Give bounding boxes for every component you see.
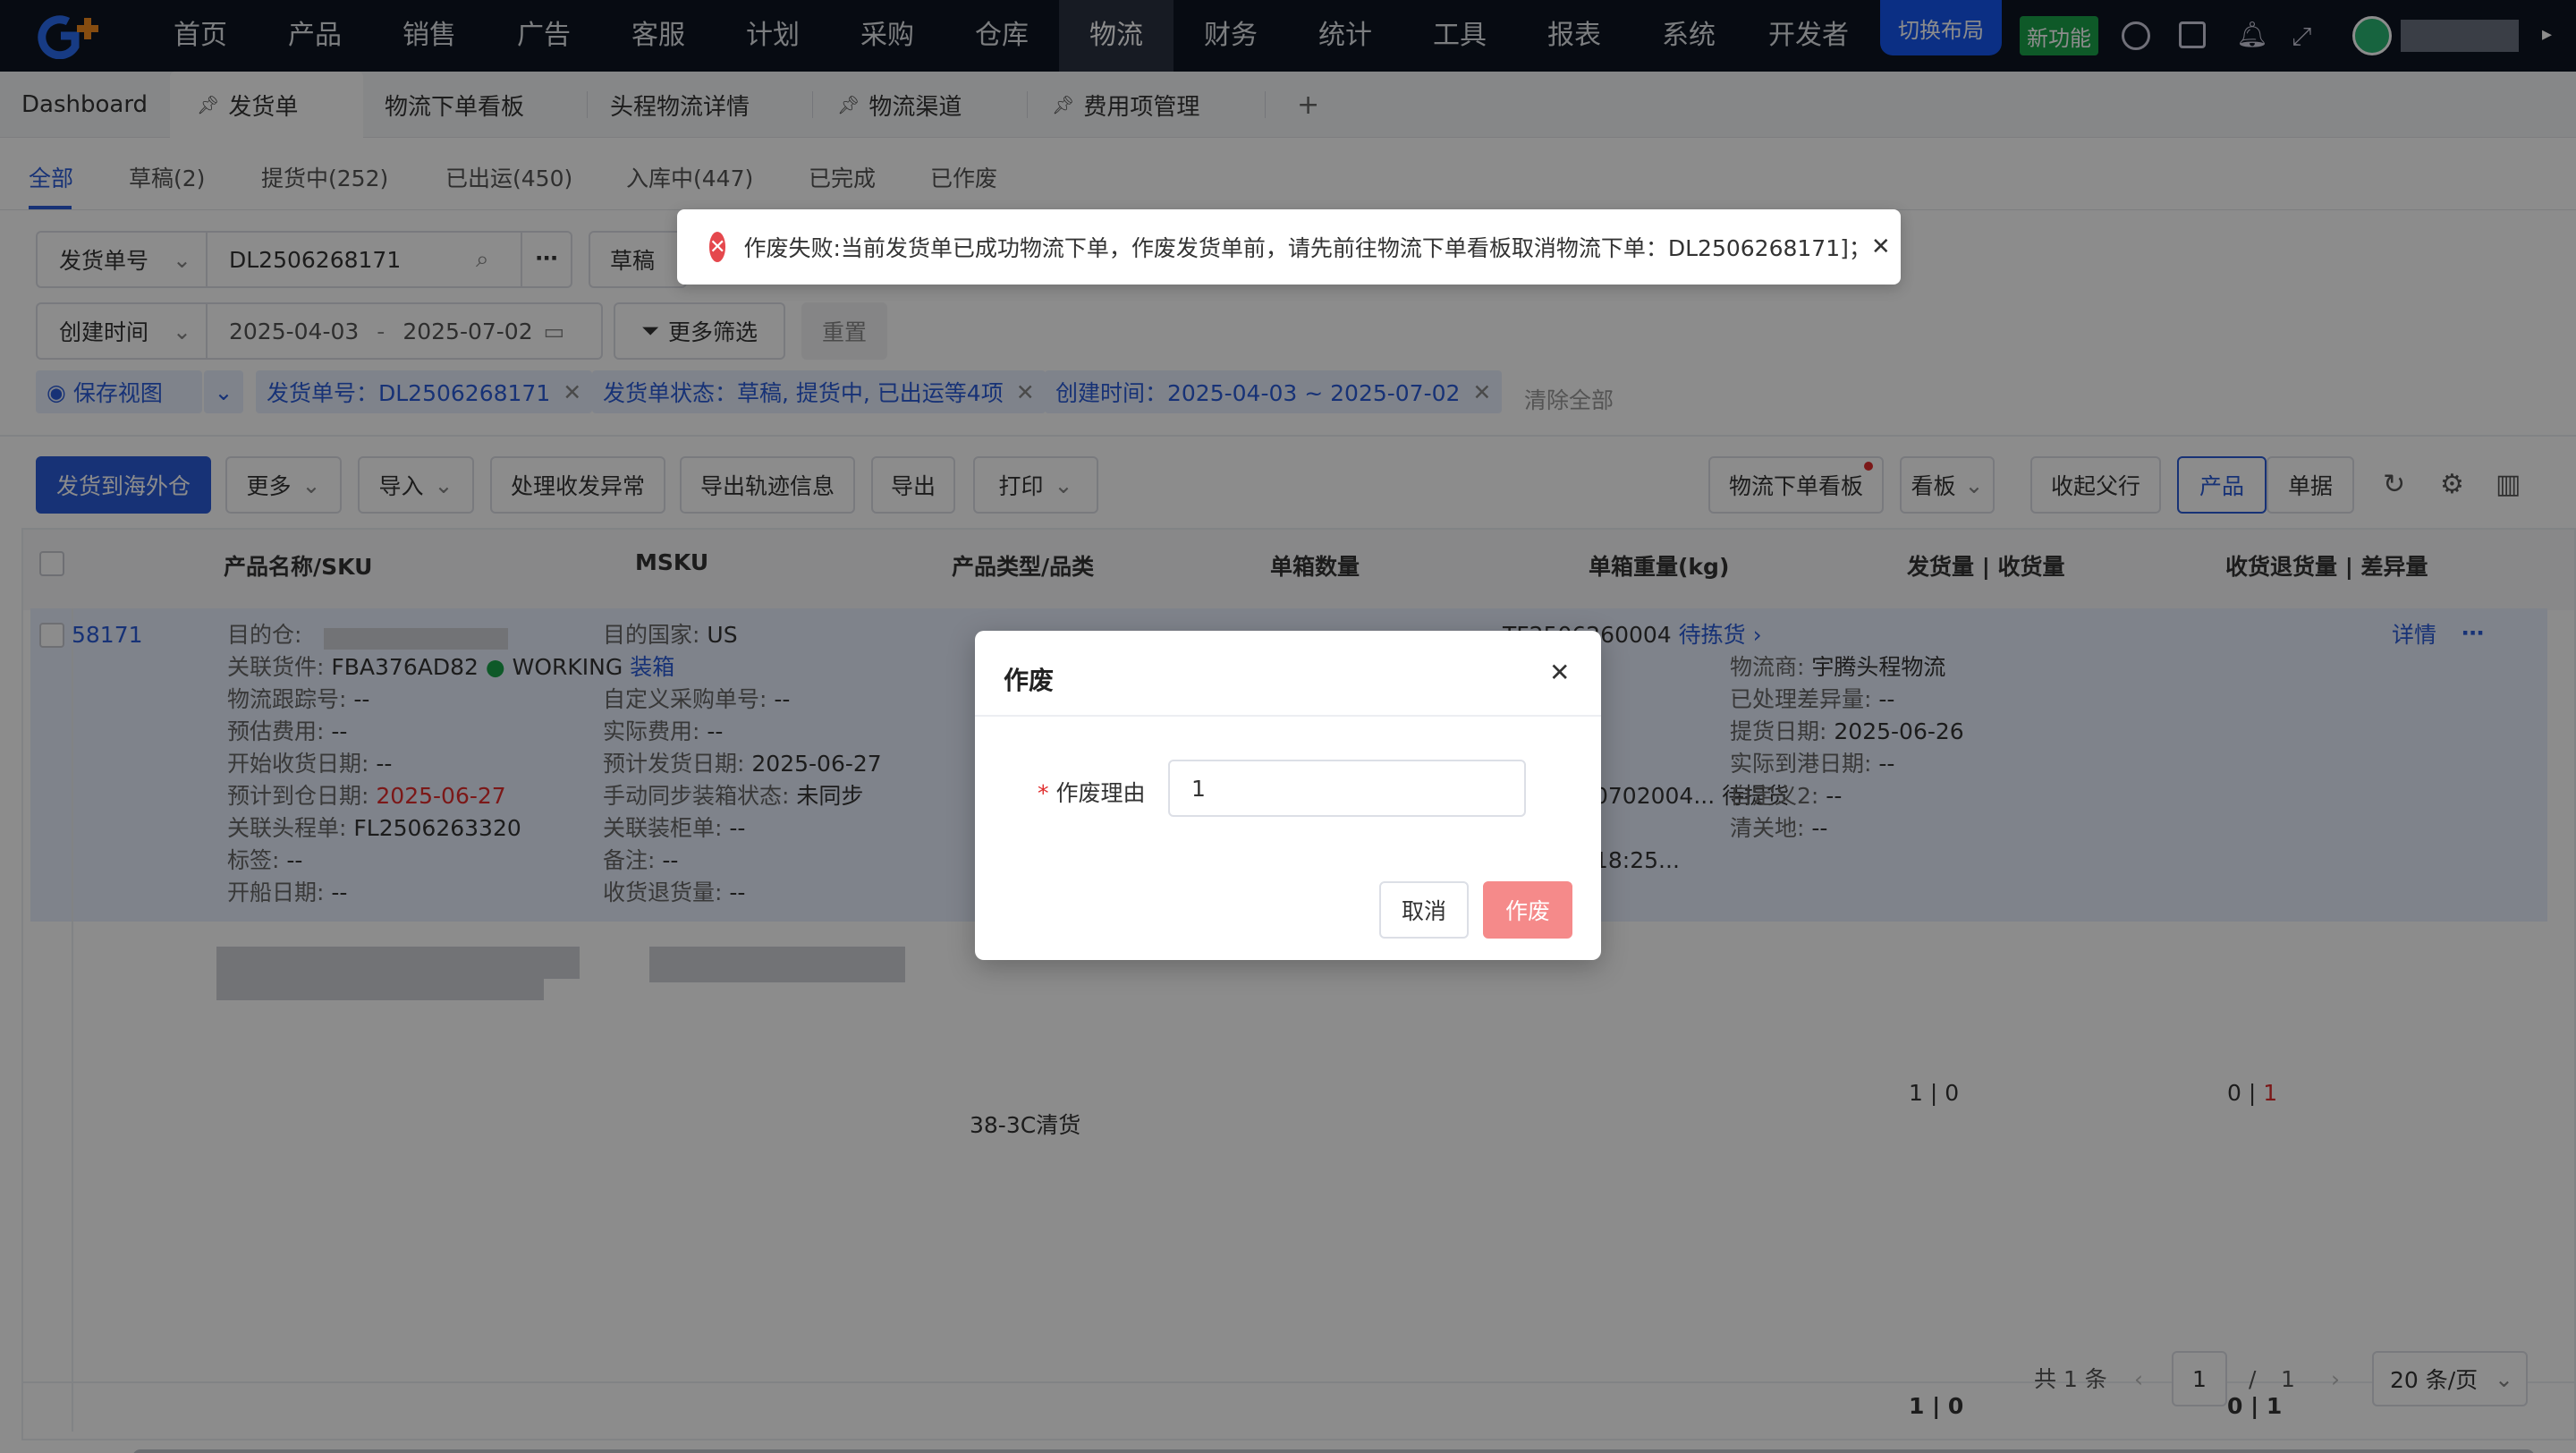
close-icon[interactable]: ✕ xyxy=(1871,234,1891,260)
dialog-title: 作废 xyxy=(1004,666,1055,695)
void-dialog: 作废 ✕ * 作废理由 1 取消 作废 xyxy=(975,631,1601,960)
cancel-button[interactable]: 取消 xyxy=(1379,881,1469,939)
divider xyxy=(975,715,1601,717)
close-icon[interactable]: ✕ xyxy=(1549,658,1570,687)
void-reason-input[interactable]: 1 xyxy=(1168,760,1526,817)
confirm-void-button[interactable]: 作废 xyxy=(1483,881,1572,939)
toast-message: 作废失败:当前发货单已成功物流下单，作废发货单前，请先前往物流下单看板取消物流下… xyxy=(743,235,1871,261)
error-icon: ✕ xyxy=(709,232,726,262)
error-toast: ✕ 作废失败:当前发货单已成功物流下单，作废发货单前，请先前往物流下单看板取消物… xyxy=(677,209,1901,285)
void-reason-label: * 作废理由 xyxy=(1038,780,1146,806)
